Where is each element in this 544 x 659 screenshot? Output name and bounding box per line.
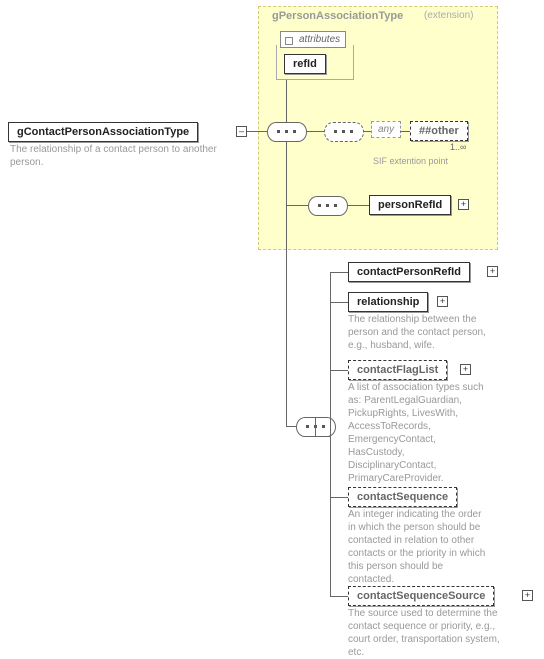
connector-line [330,302,348,303]
connector-line [330,370,348,371]
contactflaglist-desc: A list of association types such as: Par… [348,381,488,485]
any-note: SIF extention point [373,156,473,168]
connector-line [286,141,287,426]
sequence-icon [308,196,348,216]
root-type-node[interactable]: gContactPersonAssociationType [8,122,198,142]
personrefid-expand-icon[interactable]: + [458,199,469,210]
attributes-label: attributes [299,34,340,45]
contactsequencesource-node[interactable]: contactSequenceSource [348,586,494,606]
extension-hint: (extension) [424,10,473,21]
any-cardinality: 1..∞ [450,142,466,152]
connector-line [330,272,348,273]
any-node: any [371,121,401,138]
contactflaglist-expand-icon[interactable]: + [460,364,471,375]
contactsequencesource-expand-icon[interactable]: + [522,590,533,601]
connector-line [347,205,369,206]
any-other-node[interactable]: ##other [410,121,468,141]
connector-line [286,205,308,206]
connector-line [247,131,267,132]
connector-line [330,272,331,596]
sequence-icon [267,122,307,142]
contactflaglist-node[interactable]: contactFlagList [348,360,447,380]
extension-title: gPersonAssociationType [272,10,403,22]
connector-line [330,497,348,498]
connector-line [363,131,371,132]
diagram-canvas: gPersonAssociationType (extension) attri… [0,0,544,642]
relationship-desc: The relationship between the person and … [348,313,488,352]
relationship-expand-icon[interactable]: + [437,296,448,307]
contactpersonrefid-expand-icon[interactable]: + [487,266,498,277]
contactpersonrefid-node[interactable]: contactPersonRefId [348,262,470,282]
connector-line [286,426,296,427]
sequence-optional-icon [324,122,364,142]
contactsequencesource-desc: The source used to determine the contact… [348,607,518,659]
connector-line [330,596,348,597]
contactsequence-node[interactable]: contactSequence [348,487,457,507]
personrefid-node[interactable]: personRefId [369,195,451,215]
attr-group-frame [276,45,354,80]
connector-line [315,436,330,437]
connector-line [286,80,287,122]
connector-line [306,131,324,132]
contactsequence-desc: An integer indicating the order in which… [348,508,488,586]
root-expand-icon[interactable]: – [236,126,247,137]
connector-line [315,417,316,436]
root-desc: The relationship of a contact person to … [10,143,240,169]
relationship-node[interactable]: relationship [348,292,428,312]
connector-line [400,131,410,132]
